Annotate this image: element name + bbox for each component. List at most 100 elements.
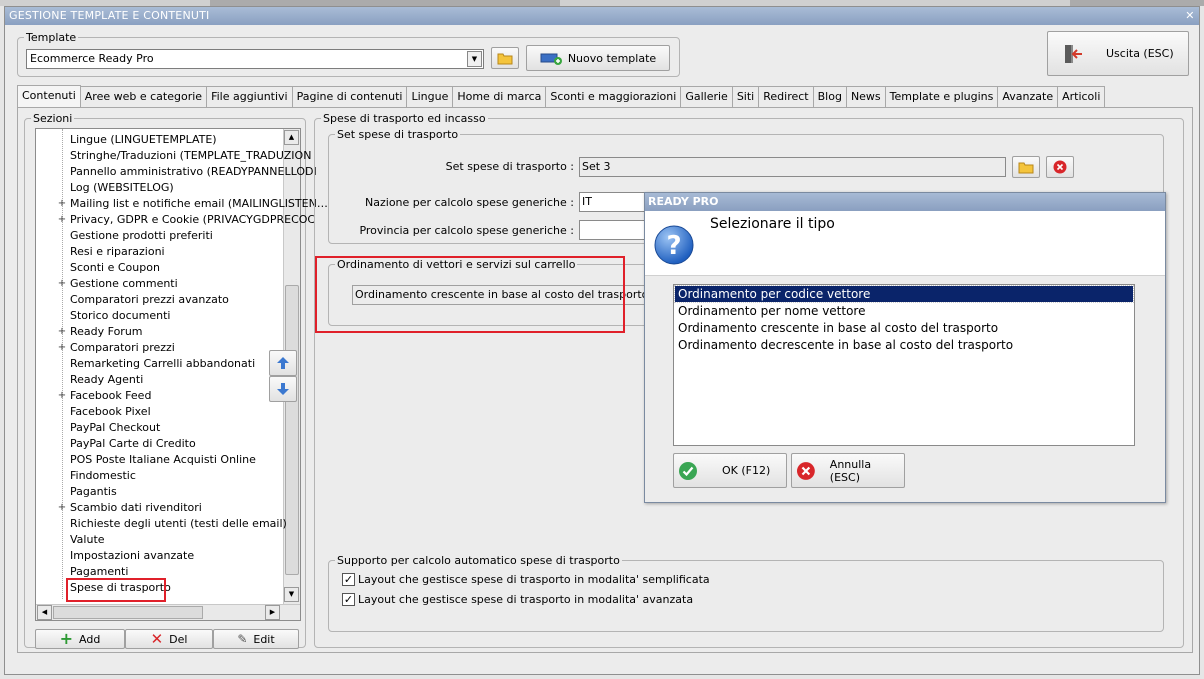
simple-layout-label: Layout che gestisce spese di trasporto i… bbox=[358, 573, 710, 586]
simple-layout-checkbox[interactable]: ✓ Layout che gestisce spese di trasporto… bbox=[342, 573, 710, 586]
exit-door-icon bbox=[1065, 44, 1082, 63]
shipping-set-open-button[interactable] bbox=[1012, 156, 1040, 178]
tree-item-label: Findomestic bbox=[70, 469, 136, 482]
tab-avanzate[interactable]: Avanzate bbox=[997, 86, 1059, 107]
tree-item[interactable]: Ready Agenti bbox=[70, 372, 143, 388]
edit-button[interactable]: ✎ Edit bbox=[213, 629, 299, 649]
window-titlebar: GESTIONE TEMPLATE E CONTENUTI ✕ bbox=[5, 7, 1199, 25]
tree-item[interactable]: Lingue (LINGUETEMPLATE) bbox=[70, 132, 217, 148]
tree-item[interactable]: PayPal Carte di Credito bbox=[70, 436, 196, 452]
tree-item[interactable]: + Scambio dati rivenditori bbox=[58, 500, 202, 516]
sections-tree[interactable]: ▲ ▼ ◀ ▶ Lingue (LINGUETEMPLATE) Stringhe/… bbox=[35, 128, 328, 621]
expand-plus-icon[interactable]: + bbox=[57, 212, 67, 228]
tree-item[interactable]: + Gestione commenti bbox=[58, 276, 178, 292]
scroll-right-icon[interactable]: ▶ bbox=[265, 605, 280, 620]
tree-item[interactable]: POS Poste Italiane Acquisti Online bbox=[70, 452, 256, 468]
scroll-thumb[interactable] bbox=[285, 285, 299, 575]
tree-horizontal-scrollbar[interactable]: ◀ ▶ bbox=[36, 604, 300, 620]
shipping-set-clear-button[interactable] bbox=[1046, 156, 1074, 178]
tab-news[interactable]: News bbox=[845, 86, 886, 107]
tab-articoli[interactable]: Articoli bbox=[1057, 86, 1106, 107]
template-select[interactable]: Ecommerce Ready Pro ▼ bbox=[26, 49, 484, 69]
open-template-button[interactable] bbox=[491, 47, 519, 69]
tree-item[interactable]: Sconti e Coupon bbox=[70, 260, 160, 276]
tree-item[interactable]: + Ready Forum bbox=[58, 324, 143, 340]
type-listbox[interactable]: Ordinamento per codice vettore Ordinament… bbox=[673, 284, 1135, 446]
checkmark-icon[interactable]: ✓ bbox=[342, 573, 355, 586]
tree-item[interactable]: + Mailing list e notifiche email (MAILING… bbox=[58, 196, 328, 212]
expand-plus-icon[interactable]: + bbox=[57, 340, 67, 356]
cancel-button[interactable]: Annulla (ESC) bbox=[791, 453, 905, 488]
tree-item[interactable]: Pagantis bbox=[70, 484, 117, 500]
delete-button[interactable]: ✕ Del bbox=[125, 629, 213, 649]
tree-item[interactable]: Resi e riparazioni bbox=[70, 244, 165, 260]
tree-item-label: Log (WEBSITELOG) bbox=[70, 181, 174, 194]
exit-button[interactable]: Uscita (ESC) bbox=[1047, 31, 1189, 76]
tree-item[interactable]: Valute bbox=[70, 532, 105, 548]
type-option[interactable]: Ordinamento crescente in base al costo d… bbox=[675, 320, 1133, 336]
type-option[interactable]: Ordinamento decrescente in base al costo… bbox=[675, 337, 1133, 353]
expand-plus-icon[interactable]: + bbox=[57, 324, 67, 340]
expand-plus-icon[interactable]: + bbox=[57, 388, 67, 404]
type-option[interactable]: Ordinamento per codice vettore bbox=[674, 285, 1134, 303]
tree-item[interactable]: + Privacy, GDPR e Cookie (PRIVACYGDPRECOC bbox=[58, 212, 315, 228]
expand-plus-icon[interactable]: + bbox=[57, 196, 67, 212]
hscroll-thumb[interactable] bbox=[53, 606, 203, 619]
selected-section-highlight bbox=[66, 578, 166, 602]
tab-home-di-marca[interactable]: Home di marca bbox=[452, 86, 547, 107]
scroll-up-icon[interactable]: ▲ bbox=[284, 130, 299, 145]
tree-item-label: Gestione prodotti preferiti bbox=[70, 229, 213, 242]
tab-file-aggiuntivi[interactable]: File aggiuntivi bbox=[206, 86, 293, 107]
tree-item-label: PayPal Carte di Credito bbox=[70, 437, 196, 450]
select-type-dialog: READY PRO ? Selezionare il tipo Ordiname… bbox=[644, 192, 1166, 503]
chevron-down-icon[interactable]: ▼ bbox=[467, 51, 482, 67]
expand-plus-icon[interactable]: + bbox=[57, 276, 67, 292]
tree-item[interactable]: + Facebook Feed bbox=[58, 388, 152, 404]
scroll-left-icon[interactable]: ◀ bbox=[37, 605, 52, 620]
tab-gallerie[interactable]: Gallerie bbox=[680, 86, 733, 107]
tree-item-label: Stringhe/Traduzioni (TEMPLATE_TRADUZION bbox=[70, 149, 312, 162]
tab-lingue[interactable]: Lingue bbox=[406, 86, 454, 107]
tree-item[interactable]: PayPal Checkout bbox=[70, 420, 160, 436]
new-template-button[interactable]: Nuovo template bbox=[526, 45, 670, 71]
tab-siti[interactable]: Siti bbox=[731, 86, 760, 107]
tab-pagine-di-contenuti[interactable]: Pagine di contenuti bbox=[291, 86, 408, 107]
new-template-icon bbox=[540, 53, 562, 65]
tab-aree-web-e-categorie[interactable]: Aree web e categorie bbox=[79, 86, 208, 107]
tab-blog[interactable]: Blog bbox=[812, 86, 847, 107]
tree-item[interactable]: Facebook Pixel bbox=[70, 404, 151, 420]
tree-item[interactable]: Pannello amministrativo (READYPANNELLODI bbox=[70, 164, 317, 180]
tree-item[interactable]: Comparatori prezzi avanzato bbox=[70, 292, 229, 308]
tree-item[interactable]: Impostazioni avanzate bbox=[70, 548, 194, 564]
tab-contenuti[interactable]: Contenuti bbox=[17, 85, 81, 107]
checkmark-icon[interactable]: ✓ bbox=[342, 593, 355, 606]
tab-sconti-e-maggiorazioni[interactable]: Sconti e maggiorazioni bbox=[545, 86, 682, 107]
move-down-button[interactable] bbox=[269, 376, 297, 402]
check-circle-icon bbox=[679, 461, 697, 480]
tab-template-e-plugins[interactable]: Template e plugins bbox=[884, 86, 999, 107]
tree-item[interactable]: Stringhe/Traduzioni (TEMPLATE_TRADUZION bbox=[70, 148, 311, 164]
advanced-layout-checkbox[interactable]: ✓ Layout che gestisce spese di trasporto… bbox=[342, 593, 693, 606]
add-button[interactable]: + Add bbox=[35, 629, 125, 649]
tree-item[interactable]: + Comparatori prezzi bbox=[58, 340, 175, 356]
shipping-set-field[interactable]: Set 3 bbox=[579, 157, 1006, 177]
tree-item[interactable]: Storico documenti bbox=[70, 308, 170, 324]
tree-item[interactable]: Log (WEBSITELOG) bbox=[70, 180, 174, 196]
tree-item[interactable]: Gestione prodotti preferiti bbox=[70, 228, 213, 244]
tree-item-label: Comparatori prezzi bbox=[70, 341, 175, 354]
clear-icon bbox=[1053, 160, 1067, 174]
expand-plus-icon[interactable]: + bbox=[57, 500, 67, 516]
question-icon: ? bbox=[654, 225, 694, 265]
tree-item-label: Pagantis bbox=[70, 485, 117, 498]
move-up-button[interactable] bbox=[269, 350, 297, 376]
tab-redirect[interactable]: Redirect bbox=[758, 86, 814, 107]
tree-item[interactable]: Findomestic bbox=[70, 468, 136, 484]
tree-item[interactable]: Richieste degli utenti (testi delle emai… bbox=[70, 516, 287, 532]
type-option[interactable]: Ordinamento per nome vettore bbox=[675, 303, 1133, 319]
tree-item[interactable]: Remarketing Carrelli abbandonati bbox=[70, 356, 255, 372]
cancel-label: Annulla (ESC) bbox=[829, 457, 872, 484]
order-highlight bbox=[315, 256, 625, 333]
close-icon[interactable]: ✕ bbox=[1183, 9, 1197, 23]
ok-button[interactable]: OK (F12) bbox=[673, 453, 787, 488]
scroll-down-icon[interactable]: ▼ bbox=[284, 587, 299, 602]
